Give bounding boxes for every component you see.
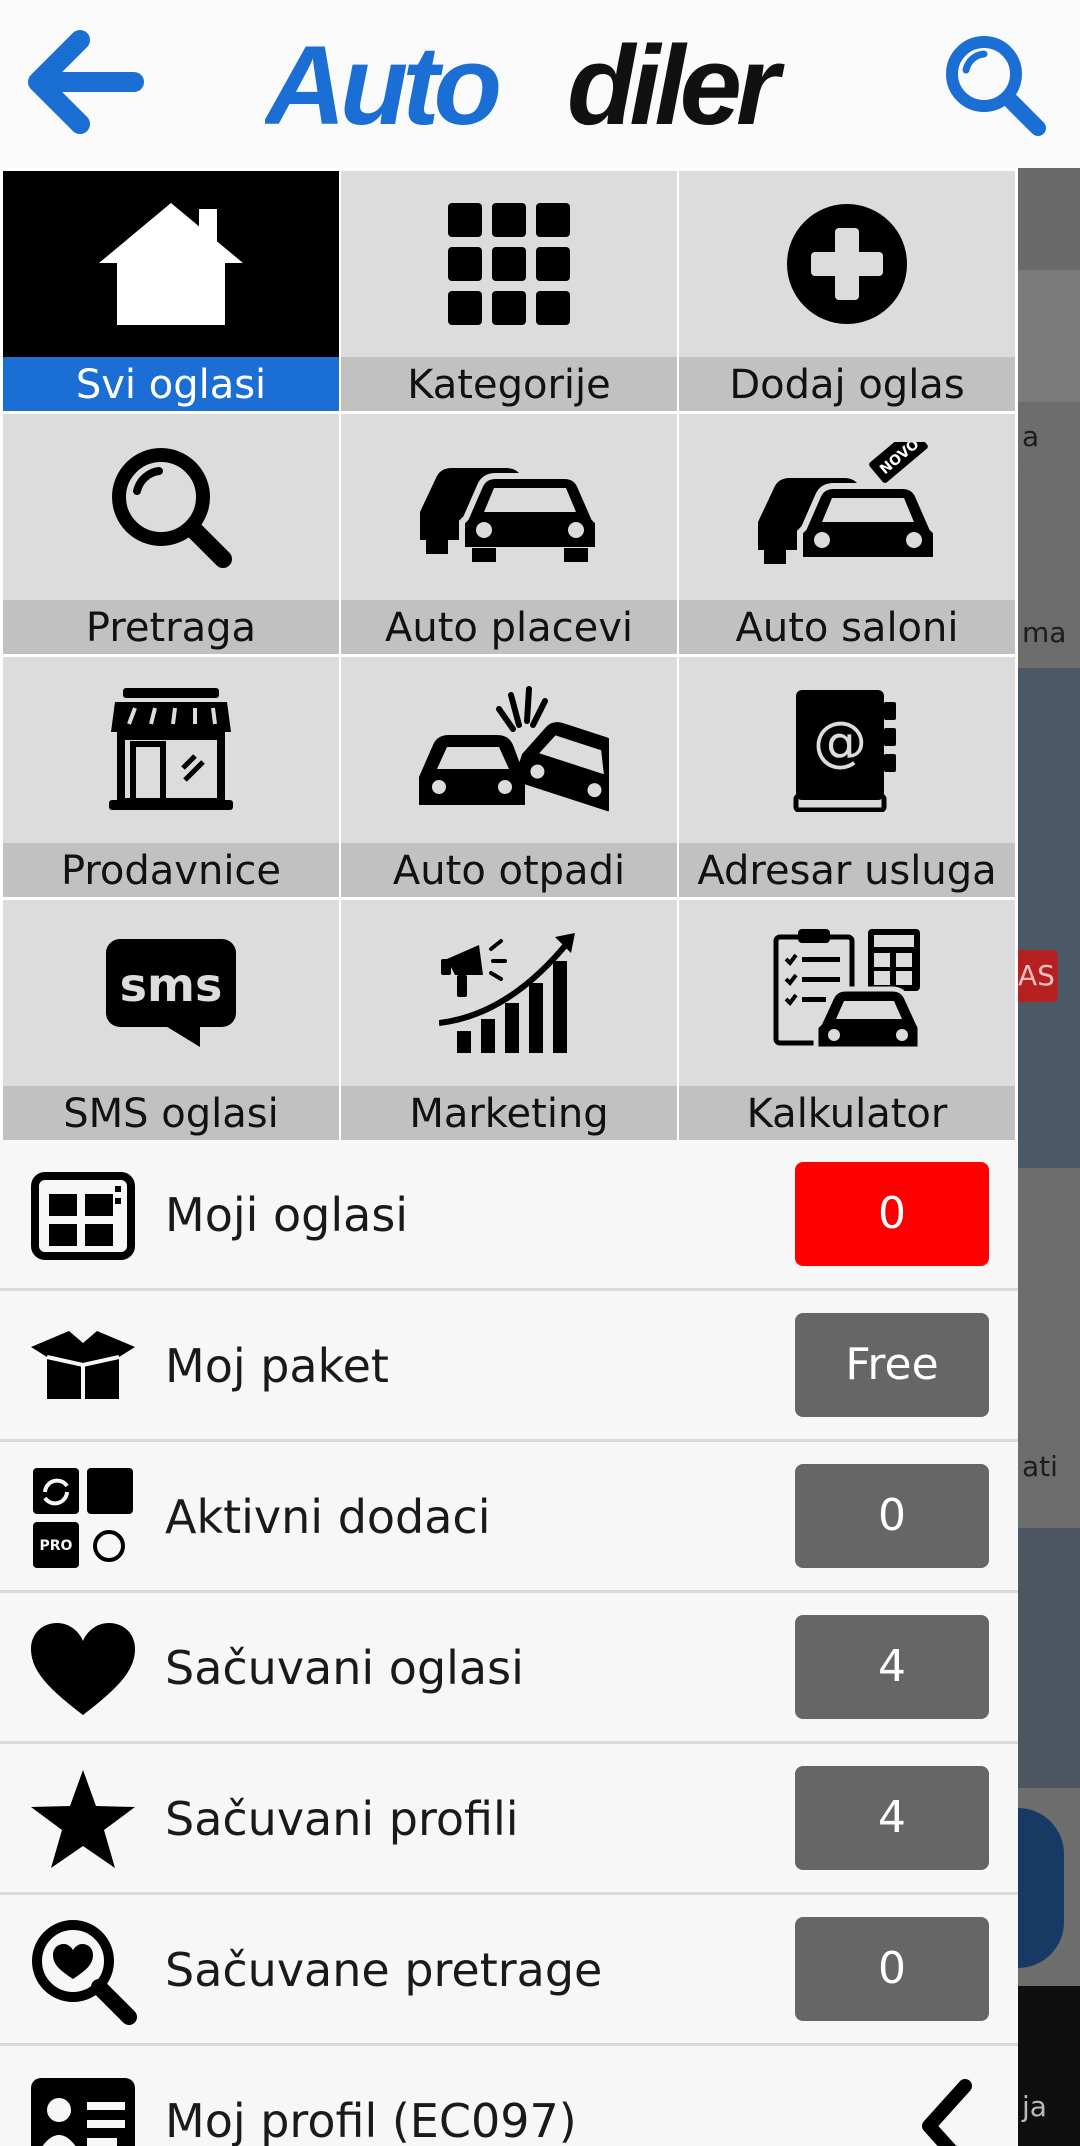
- tile-label: SMS oglasi: [3, 1086, 339, 1140]
- menu-row-label: Moji oglasi: [165, 1188, 409, 1242]
- calculator-car-icon: [679, 900, 1015, 1086]
- tile-kalkulator[interactable]: Kalkulator: [679, 900, 1015, 1140]
- cars-icon: [341, 414, 677, 600]
- menu-row-sacuvani-profili[interactable]: Sačuvani profili 4: [0, 1744, 1018, 1895]
- bg-snippet: ati: [1022, 1450, 1058, 1483]
- tile-label: Marketing: [341, 1086, 677, 1140]
- count-badge: 4: [795, 1766, 989, 1870]
- menu-row-label: Sačuvane pretrage: [165, 1943, 603, 1997]
- search-icon: [946, 36, 1046, 136]
- package-badge: Free: [795, 1313, 989, 1417]
- pro-glyph: PRO: [40, 1538, 73, 1554]
- grid-icon: [341, 171, 677, 357]
- menu-row-moji-oglasi[interactable]: Moji oglasi 0: [0, 1140, 1018, 1291]
- tile-svi-oglasi[interactable]: Svi oglasi: [3, 171, 339, 411]
- heart-icon: [28, 1623, 138, 1715]
- back-button[interactable]: [28, 24, 144, 140]
- tile-label: Dodaj oglas: [679, 357, 1015, 411]
- house-icon: [3, 171, 339, 357]
- logo-diler: diler: [567, 23, 785, 142]
- marketing-growth-icon: [341, 900, 677, 1086]
- listing-board-icon: [28, 1170, 138, 1262]
- tile-label: Auto saloni: [679, 600, 1015, 654]
- star-icon: [28, 1770, 138, 1868]
- tile-auto-placevi[interactable]: Auto placevi: [341, 414, 677, 654]
- menu-row-label: Sačuvani oglasi: [165, 1641, 524, 1695]
- top-header: Auto diler: [0, 0, 1080, 168]
- at-glyph: @: [813, 710, 867, 773]
- tile-label: Auto placevi: [341, 600, 677, 654]
- tile-pretraga[interactable]: Pretraga: [3, 414, 339, 654]
- bg-snippet: a: [1022, 420, 1040, 453]
- open-box-icon: [28, 1321, 138, 1413]
- menu-row-label: Moj paket: [165, 1339, 389, 1393]
- tile-auto-saloni[interactable]: NOVO Auto saloni: [679, 414, 1015, 654]
- category-grid: Svi oglasi Kategorije Dodaj oglas Pretra…: [0, 168, 1018, 1140]
- menu-row-moj-profil[interactable]: Moj profil (EC097): [0, 2046, 1018, 2146]
- search-button[interactable]: [940, 30, 1050, 140]
- tile-sms-oglasi[interactable]: sms SMS oglasi: [3, 900, 339, 1140]
- navigation-drawer: Svi oglasi Kategorije Dodaj oglas Pretra…: [0, 168, 1018, 2146]
- bg-snippet: ma: [1022, 616, 1067, 649]
- heart-search-icon: [28, 1920, 138, 2025]
- menu-row-moj-paket[interactable]: Moj paket Free: [0, 1291, 1018, 1442]
- count-badge: 0: [795, 1917, 989, 2021]
- sms-bubble-icon: sms: [3, 900, 339, 1086]
- bg-fab: [1018, 1808, 1064, 1968]
- storefront-icon: [3, 657, 339, 843]
- tile-marketing[interactable]: Marketing: [341, 900, 677, 1140]
- account-menu: Moji oglasi 0 Moj paket Free PRO Aktivni…: [0, 1140, 1018, 2146]
- count-badge: 4: [795, 1615, 989, 1719]
- background-page: a ma AS ati ja: [1018, 168, 1080, 2146]
- puzzle-addons-icon: PRO: [28, 1468, 138, 1568]
- tile-label: Auto otpadi: [341, 843, 677, 897]
- plus-circle-icon: [679, 171, 1015, 357]
- tile-dodaj-oglas[interactable]: Dodaj oglas: [679, 171, 1015, 411]
- menu-row-label: Sačuvani profili: [165, 1792, 519, 1846]
- menu-row-sacuvani-oglasi[interactable]: Sačuvani oglasi 4: [0, 1593, 1018, 1744]
- tile-label: Pretraga: [3, 600, 339, 654]
- chevron-left-icon[interactable]: [905, 2076, 985, 2146]
- app-root: Auto diler a ma AS ati ja Svi oglasi Kat…: [0, 0, 1080, 2146]
- back-arrow-icon: [28, 30, 144, 134]
- magnifier-icon: [3, 414, 339, 600]
- address-book-icon: @: [679, 657, 1015, 843]
- tile-prodavnice[interactable]: Prodavnice: [3, 657, 339, 897]
- count-badge: 0: [795, 1464, 989, 1568]
- car-crash-icon: [341, 657, 677, 843]
- tile-label: Adresar usluga: [679, 843, 1015, 897]
- tile-auto-otpadi[interactable]: Auto otpadi: [341, 657, 677, 897]
- menu-row-label: Moj profil (EC097): [165, 2094, 577, 2146]
- tile-label: Svi oglasi: [3, 357, 339, 411]
- tile-adresar-usluga[interactable]: @ Adresar usluga: [679, 657, 1015, 897]
- menu-row-aktivni-dodaci[interactable]: PRO Aktivni dodaci 0: [0, 1442, 1018, 1593]
- logo-auto: Auto: [265, 23, 499, 142]
- bg-snippet: AS: [1018, 950, 1058, 1002]
- sms-glyph: sms: [120, 958, 223, 1012]
- tile-label: Kategorije: [341, 357, 677, 411]
- profile-card-icon: [28, 2076, 138, 2146]
- bg-snippet: ja: [1022, 2090, 1047, 2123]
- tile-label: Kalkulator: [679, 1086, 1015, 1140]
- autodiler-logo: Auto diler: [265, 23, 791, 142]
- tile-kategorije[interactable]: Kategorije: [341, 171, 677, 411]
- new-tag-text: NOVO: [877, 442, 922, 478]
- tile-label: Prodavnice: [3, 843, 339, 897]
- count-badge: 0: [795, 1162, 989, 1266]
- menu-row-label: Aktivni dodaci: [165, 1490, 491, 1544]
- menu-row-sacuvane-pretrage[interactable]: Sačuvane pretrage 0: [0, 1895, 1018, 2046]
- cars-new-tag-icon: NOVO: [679, 414, 1015, 600]
